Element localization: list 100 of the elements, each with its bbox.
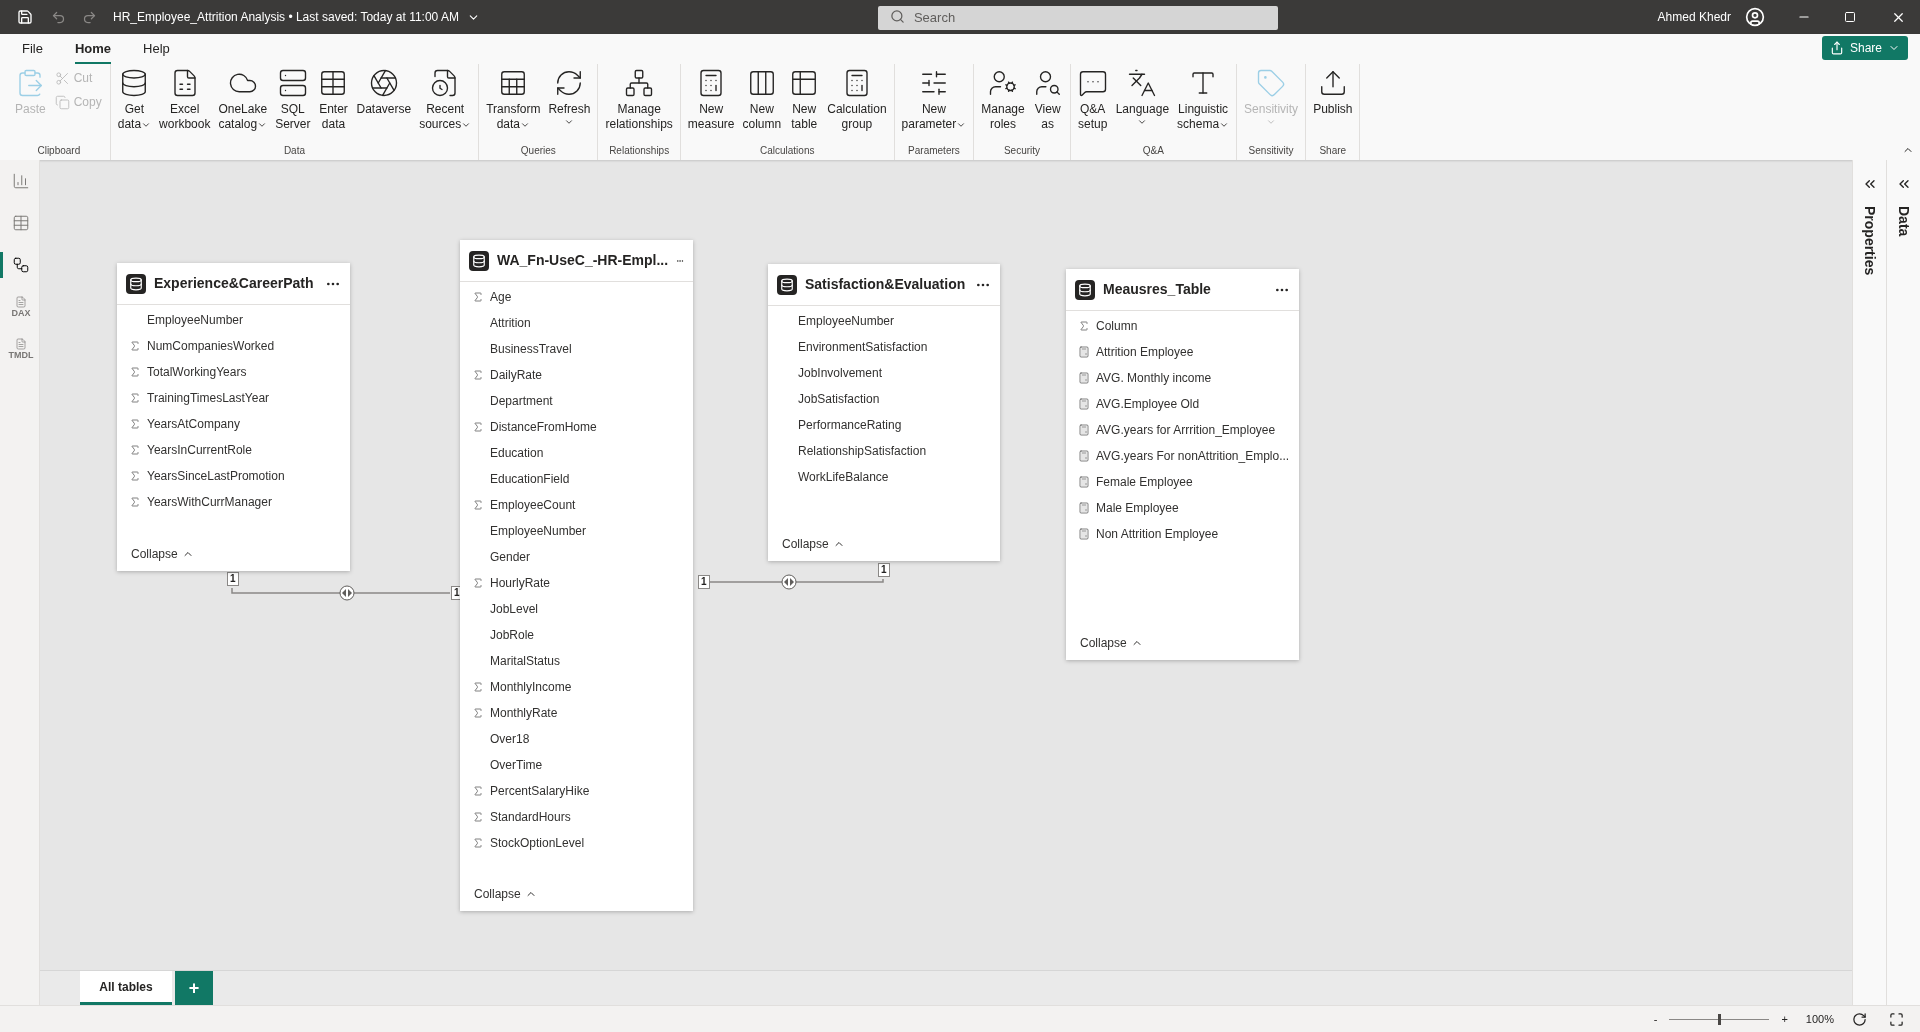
field-name[interactable]: Age <box>490 288 512 306</box>
zoom-out-button[interactable]: - <box>1649 1010 1662 1028</box>
field-name[interactable]: Education <box>490 444 544 462</box>
field-name[interactable]: HourlyRate <box>490 574 551 592</box>
field-name[interactable]: AVG.Employee Old <box>1096 395 1200 413</box>
field-name[interactable]: AVG. Monthly income <box>1096 369 1212 387</box>
field-name[interactable]: EmployeeNumber <box>798 312 895 330</box>
field-name[interactable]: Column <box>1096 317 1138 335</box>
ribbon-button[interactable]: Refresh <box>545 64 594 127</box>
slider-thumb[interactable] <box>1718 1013 1722 1025</box>
ribbon-button[interactable]: Linguistic schema <box>1174 64 1233 132</box>
user-avatar-icon[interactable] <box>1745 7 1765 27</box>
field-name[interactable]: OverTime <box>490 756 543 774</box>
collapsed-pane[interactable]: Data <box>1886 160 1920 1005</box>
field-name[interactable]: AVG.years For nonAttrition_Emplo... <box>1096 447 1290 465</box>
menu-tab[interactable]: File <box>22 38 43 64</box>
field-name[interactable]: EmployeeNumber <box>490 522 587 540</box>
relationship-line[interactable] <box>231 585 451 601</box>
ribbon-button[interactable]: Q&A setup <box>1074 64 1111 132</box>
field-name[interactable]: NumCompaniesWorked <box>147 337 275 355</box>
redo-icon[interactable] <box>82 9 97 25</box>
table-card[interactable] <box>1066 269 1299 660</box>
field-name[interactable]: PercentSalaryHike <box>490 782 590 800</box>
ribbon-button[interactable]: New measure <box>684 64 738 132</box>
field-name[interactable]: JobRole <box>490 626 535 644</box>
ribbon-button[interactable]: Publish <box>1310 64 1356 117</box>
field-name[interactable]: YearsSinceLastPromotion <box>147 467 285 485</box>
field-name[interactable]: TrainingTimesLastYear <box>147 389 270 407</box>
field-name[interactable]: DistanceFromHome <box>490 418 597 436</box>
collapsed-pane[interactable]: Properties <box>1852 160 1886 1005</box>
save-icon[interactable] <box>17 9 33 25</box>
maximize-icon[interactable] <box>1844 11 1856 23</box>
field-name[interactable]: WorkLifeBalance <box>798 468 889 486</box>
field-name[interactable]: EnvironmentSatisfaction <box>798 338 928 356</box>
ribbon-button[interactable]: Calculation group <box>824 64 890 132</box>
menu-tab[interactable]: Home <box>74 38 112 64</box>
field-name[interactable]: StockOptionLevel <box>490 834 585 852</box>
field-name[interactable]: RelationshipSatisfaction <box>798 442 927 460</box>
ribbon-button[interactable]: New column <box>739 64 785 132</box>
ribbon-button[interactable]: Language <box>1112 64 1173 127</box>
field-name[interactable]: BusinessTravel <box>490 340 572 358</box>
collapse-button[interactable]: Collapse <box>474 885 537 903</box>
field-name[interactable]: TotalWorkingYears <box>147 363 247 381</box>
field-name[interactable]: YearsWithCurrManager <box>147 493 272 511</box>
field-name[interactable]: Over18 <box>490 730 530 748</box>
field-name[interactable]: PerformanceRating <box>798 416 902 434</box>
ribbon-button[interactable]: Enter data <box>315 64 352 132</box>
field-name[interactable]: MonthlyIncome <box>490 678 572 696</box>
field-name[interactable]: AVG.years for Arrrition_Employee <box>1096 421 1276 439</box>
field-name[interactable]: Attrition Employee <box>1096 343 1194 361</box>
table-card[interactable]: Satisfaction&Evaluation EmployeeNumber EnvironmentSatisfaction JobInvolvement JobSatisfaction PerformanceRating RelationshipSatisfaction WorkLifeBalance Collapse <box>768 264 1000 561</box>
diagram-icon <box>12 256 30 274</box>
zoom-in-button[interactable]: + <box>1777 1010 1792 1028</box>
field-name[interactable]: JobSatisfaction <box>798 390 880 408</box>
share-button[interactable]: Share <box>1821 36 1908 60</box>
field-name[interactable]: Gender <box>490 548 531 566</box>
table-card[interactable] <box>460 240 693 911</box>
view-button[interactable]: TMDL <box>0 336 40 362</box>
field-name[interactable]: JobLevel <box>490 600 539 618</box>
field-name[interactable]: JobInvolvement <box>798 364 883 382</box>
ribbon-button[interactable]: Manage roles <box>978 64 1028 132</box>
page-tab[interactable]: All tables <box>80 971 172 1005</box>
search-field[interactable]: Search <box>877 5 1278 30</box>
ribbon-button[interactable]: Manage relationships <box>602 64 676 132</box>
relationship-line[interactable] <box>708 574 884 590</box>
field-name[interactable]: Department <box>490 392 553 410</box>
ribbon-button[interactable]: Get data <box>114 64 155 132</box>
field-name[interactable]: YearsInCurrentRole <box>147 441 252 459</box>
field-name[interactable]: Non Attrition Employee <box>1096 525 1219 543</box>
field-name[interactable]: MaritalStatus <box>490 652 561 670</box>
ribbon-button[interactable]: Dataverse <box>353 64 415 117</box>
add-page-button[interactable]: + <box>175 971 213 1005</box>
collapse-button[interactable]: Collapse <box>131 545 194 563</box>
field-name[interactable]: StandardHours <box>490 808 571 826</box>
ribbon-button[interactable]: New table <box>786 64 823 132</box>
field-name[interactable]: MonthlyRate <box>490 704 558 722</box>
fit-to-page-icon[interactable] <box>1889 1011 1904 1027</box>
ribbon-button[interactable]: View as <box>1029 64 1066 132</box>
field-name[interactable]: EmployeeNumber <box>147 311 244 329</box>
field-name[interactable]: YearsAtCompany <box>147 415 240 433</box>
view-button[interactable]: DAX <box>0 294 40 320</box>
menu-tab[interactable]: Help <box>143 38 170 64</box>
field-name[interactable]: Male Employee <box>1096 499 1179 517</box>
field-name[interactable]: DailyRate <box>490 366 543 384</box>
ribbon-button[interactable]: New parameter <box>898 64 970 132</box>
ribbon-button[interactable]: OneLake catalog <box>215 64 271 132</box>
field-name[interactable]: Attrition <box>490 314 531 332</box>
field-name[interactable]: EducationField <box>490 470 570 488</box>
ribbon-button[interactable]: Transform data <box>483 64 544 132</box>
collapse-button[interactable]: Collapse <box>782 535 845 553</box>
field-name[interactable]: EmployeeCount <box>490 496 576 514</box>
table-card[interactable]: Experience&CareerPath EmployeeNumber NumCompaniesWorked TotalWorkingYears TrainingTimesLastYear YearsAtCompany YearsInCurrentRole YearsSinceLastPromotion YearsWithCurrManager Collapse <box>117 263 350 571</box>
reset-icon[interactable] <box>1852 1011 1867 1027</box>
ribbon-button[interactable]: Excel workbook <box>156 64 214 132</box>
collapse-button[interactable]: Collapse <box>1080 634 1143 652</box>
field-name[interactable]: Female Employee <box>1096 473 1193 491</box>
undo-icon[interactable] <box>51 9 66 25</box>
ribbon-button[interactable]: Recent sources <box>416 64 475 132</box>
zoom-slider[interactable] <box>1669 1013 1770 1025</box>
ribbon-button[interactable]: SQL Server <box>272 64 314 132</box>
